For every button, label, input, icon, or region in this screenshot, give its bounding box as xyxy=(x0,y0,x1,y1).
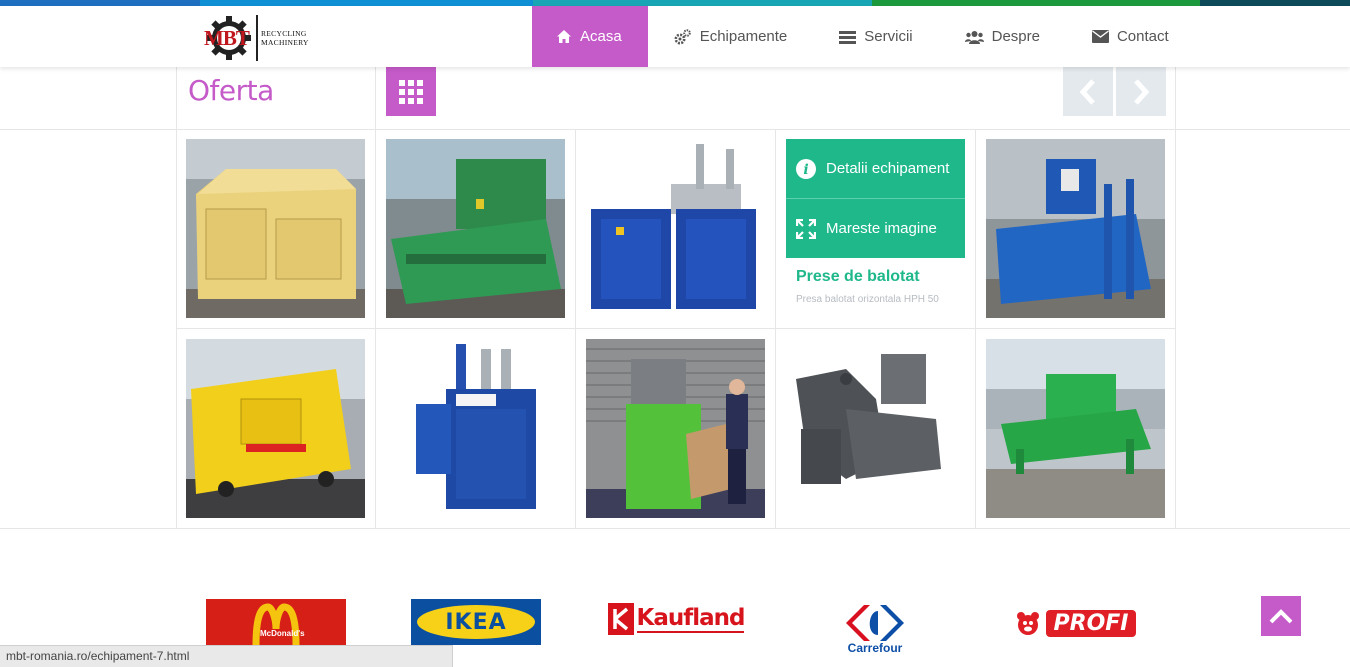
brand-logo-kaufland[interactable]: Kaufland xyxy=(605,599,747,639)
list-icon xyxy=(839,30,857,44)
chevron-right-icon xyxy=(1134,78,1150,105)
zoom-label: Mareste imagine xyxy=(826,220,937,237)
nav-label-contact: Contact xyxy=(1116,28,1169,45)
brand-name-mcdonalds: McDonald's xyxy=(260,629,305,638)
grid-view-button[interactable] xyxy=(386,67,436,116)
envelope-icon xyxy=(1091,30,1109,43)
carrefour-mark-icon xyxy=(846,605,904,641)
brand-name-carrefour: Carrefour xyxy=(847,641,903,655)
product-image-yellow-container-compactor[interactable] xyxy=(186,339,365,518)
nav-item-acasa[interactable]: Acasa xyxy=(532,6,648,67)
brand-name-profi: PROFI xyxy=(1045,609,1137,637)
logo-subtitle-2: MACHINERY xyxy=(261,38,309,47)
profi-mascot-icon xyxy=(1016,612,1039,635)
product-image-grey-baler[interactable] xyxy=(786,339,965,518)
chevron-left-icon xyxy=(1079,78,1095,105)
logo-word: MBT xyxy=(204,26,250,50)
nav-label-servicii: Servicii xyxy=(864,28,913,45)
home-icon xyxy=(557,30,571,43)
next-button[interactable] xyxy=(1116,67,1166,116)
expand-icon xyxy=(796,218,816,239)
product-title[interactable]: Prese de balotat xyxy=(796,268,920,286)
browser-status-url: mbt-romania.ro/echipament-7.html xyxy=(0,645,453,667)
nav-item-despre[interactable]: Despre xyxy=(939,6,1066,67)
zoom-button[interactable]: Mareste imagine xyxy=(786,198,965,258)
brand-name-kaufland: Kaufland xyxy=(636,605,745,633)
navbar: MBT RECYCLING MACHINERY Acasa Echipament… xyxy=(0,6,1350,67)
brand-logo-profi[interactable]: PROFI xyxy=(1010,599,1140,647)
gears-icon xyxy=(674,28,691,44)
nav-label-echipamente: Echipamente xyxy=(699,28,788,45)
svg-text:i: i xyxy=(803,162,808,178)
product-image-blue-horizontal-compactor[interactable] xyxy=(986,139,1165,318)
logo-subtitle-1: RECYCLING xyxy=(261,29,307,38)
product-image-blue-twin-baler[interactable] xyxy=(586,139,765,318)
nav-label-despre: Despre xyxy=(991,28,1040,45)
scroll-to-top-button[interactable] xyxy=(1261,596,1301,636)
main-nav: Acasa Echipamente Servicii Despre Contac… xyxy=(532,6,1195,67)
site-logo[interactable]: MBT RECYCLING MACHINERY xyxy=(204,13,318,63)
nav-label-acasa: Acasa xyxy=(580,28,622,45)
product-image-yellow-compactor[interactable] xyxy=(186,139,365,318)
details-button[interactable]: i Detalii echipament xyxy=(786,139,965,198)
section-title: Oferta xyxy=(188,74,274,107)
product-image-green-baler-operator[interactable] xyxy=(586,339,765,518)
product-image-green-station-compactor[interactable] xyxy=(986,339,1165,518)
details-label: Detalii echipament xyxy=(826,160,950,177)
nav-item-contact[interactable]: Contact xyxy=(1066,6,1195,67)
users-icon xyxy=(964,30,984,44)
brand-logo-ikea[interactable]: IKEA xyxy=(411,599,541,645)
brand-logo-mcdonalds[interactable]: McDonald's xyxy=(206,599,346,647)
info-icon: i xyxy=(796,158,816,179)
prev-button[interactable] xyxy=(1063,67,1113,116)
brand-logo-carrefour[interactable]: Carrefour xyxy=(830,599,920,659)
product-hover-overlay: i Detalii echipament Mareste imagine xyxy=(786,139,965,258)
brand-name-ikea: IKEA xyxy=(445,609,507,635)
product-image-blue-vertical-baler[interactable] xyxy=(386,339,565,518)
grid-icon xyxy=(399,79,423,104)
kaufland-mark-icon xyxy=(612,607,628,631)
nav-item-echipamente[interactable]: Echipamente xyxy=(648,6,814,67)
chevron-up-icon xyxy=(1269,609,1293,624)
product-image-green-compactor[interactable] xyxy=(386,139,565,318)
product-subtitle: Presa balotat orizontala HPH 50 xyxy=(796,294,939,305)
nav-item-servicii[interactable]: Servicii xyxy=(813,6,938,67)
